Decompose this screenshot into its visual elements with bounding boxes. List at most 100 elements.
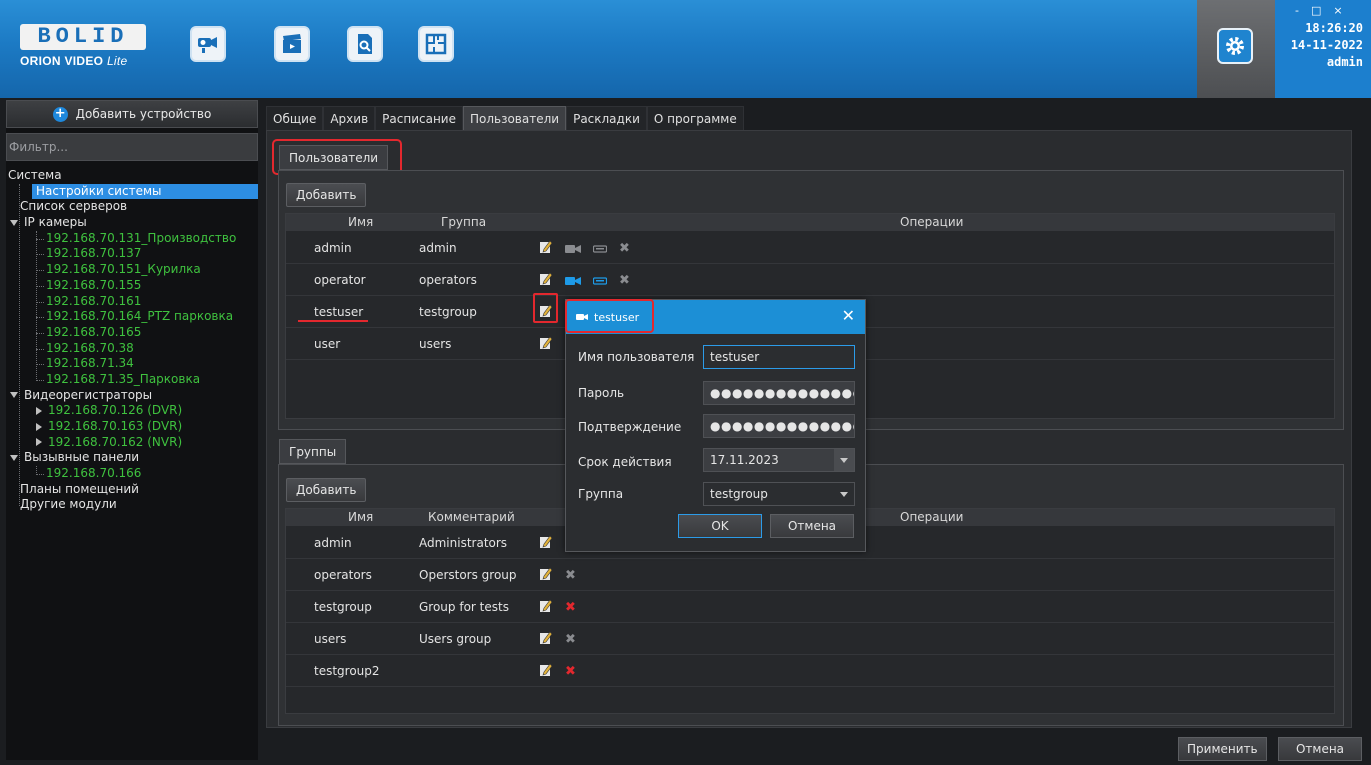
- tree-item[interactable]: Другие модули: [6, 497, 258, 513]
- tree-item[interactable]: Планы помещений: [6, 482, 258, 498]
- delete-icon[interactable]: ✖: [619, 241, 630, 256]
- edit-icon[interactable]: [539, 663, 553, 680]
- keyboard-icon[interactable]: [593, 276, 607, 286]
- edit-icon[interactable]: [539, 567, 553, 584]
- tree-item[interactable]: 192.168.71.35_Парковка: [6, 372, 258, 388]
- delete-icon[interactable]: ✖: [565, 664, 576, 679]
- tree-item-label: 192.168.70.162 (NVR): [48, 434, 183, 449]
- tree-item[interactable]: 192.168.70.163 (DVR): [6, 419, 258, 435]
- expand-down-icon[interactable]: [10, 454, 18, 461]
- tree-item[interactable]: 192.168.70.166: [6, 466, 258, 482]
- video-camera-icon[interactable]: [565, 244, 581, 254]
- ok-button[interactable]: OK: [678, 514, 762, 538]
- group-name: admin: [314, 536, 352, 550]
- add-group-button[interactable]: Добавить: [286, 478, 367, 502]
- edit-icon[interactable]: [539, 240, 553, 257]
- tab-schedule[interactable]: Расписание: [375, 106, 463, 131]
- video-camera-icon[interactable]: [565, 276, 581, 286]
- tree-item[interactable]: 192.168.70.155: [6, 278, 258, 294]
- tab-general[interactable]: Общие: [266, 106, 324, 131]
- tree-item-label: 192.168.70.161: [46, 293, 142, 308]
- tree-item-label: Система: [8, 168, 62, 182]
- tree-item[interactable]: Система: [6, 168, 258, 184]
- table-row[interactable]: testgroup2 ✖: [286, 655, 1334, 687]
- group-name: testgroup: [314, 600, 372, 614]
- close-window-icon[interactable]: ×: [1333, 4, 1342, 17]
- expand-right-icon[interactable]: [36, 406, 42, 415]
- tree-item[interactable]: 192.168.70.137: [6, 246, 258, 262]
- tab-users[interactable]: Пользователи: [462, 106, 567, 131]
- expand-right-icon[interactable]: [36, 422, 42, 431]
- delete-icon[interactable]: ✖: [565, 632, 576, 647]
- row-operations: ✖: [539, 663, 576, 680]
- tree-connector: [36, 332, 44, 334]
- table-row[interactable]: users Users group ✖: [286, 623, 1334, 655]
- tree-item[interactable]: Список серверов: [6, 199, 258, 215]
- delete-icon[interactable]: ✖: [619, 273, 630, 288]
- filter-input[interactable]: Фильтр...: [6, 133, 258, 161]
- chevron-down-icon[interactable]: [834, 483, 854, 505]
- tab-archive[interactable]: Архив: [323, 106, 376, 131]
- edit-icon[interactable]: [539, 599, 553, 616]
- tab-layouts[interactable]: Раскладки: [566, 106, 647, 131]
- tree-item[interactable]: 192.168.70.162 (NVR): [6, 435, 258, 451]
- cancel-footer-button[interactable]: Отмена: [1278, 737, 1362, 761]
- password-input[interactable]: ●●●●●●●●●●●●●●●●: [703, 381, 855, 405]
- tree-item-label: Другие модули: [20, 497, 117, 512]
- tree-item[interactable]: 192.168.71.34: [6, 356, 258, 372]
- table-row[interactable]: operator operators ✖: [286, 264, 1334, 296]
- maximize-icon[interactable]: □: [1311, 4, 1321, 17]
- minimize-icon[interactable]: -: [1295, 4, 1299, 17]
- expiry-date-picker[interactable]: 17.11.2023: [703, 448, 855, 472]
- tree-item-label: 192.168.70.155: [46, 277, 142, 292]
- group-select[interactable]: testgroup: [703, 482, 855, 506]
- expand-right-icon[interactable]: [36, 438, 42, 447]
- tree-item[interactable]: Настройки системы: [32, 183, 258, 200]
- tree-item[interactable]: 192.168.70.151_Курилка: [6, 262, 258, 278]
- tree-item[interactable]: IP камеры: [6, 215, 258, 231]
- camera-button[interactable]: [190, 26, 226, 62]
- add-device-button[interactable]: + Добавить устройство: [6, 100, 258, 128]
- user-group: users: [419, 337, 452, 351]
- table-row[interactable]: testgroup Group for tests ✖: [286, 591, 1334, 623]
- gear-icon: [1226, 37, 1244, 55]
- tree-item-label: 192.168.70.163 (DVR): [48, 419, 183, 433]
- table-row[interactable]: admin admin ✖: [286, 232, 1334, 264]
- tree-item[interactable]: Видеорегистраторы: [6, 388, 258, 404]
- delete-icon[interactable]: ✖: [565, 568, 576, 583]
- subtab-groups[interactable]: Группы: [279, 439, 347, 464]
- tree-item[interactable]: 192.168.70.38: [6, 341, 258, 357]
- table-row[interactable]: operators Operstors group ✖: [286, 559, 1334, 591]
- edit-icon[interactable]: [539, 336, 553, 353]
- expand-down-icon[interactable]: [10, 392, 18, 399]
- tree-item-label: Планы помещений: [20, 481, 139, 496]
- confirm-password-input[interactable]: ●●●●●●●●●●●●●●●●: [703, 414, 855, 438]
- keyboard-icon[interactable]: [593, 244, 607, 254]
- edit-icon[interactable]: [539, 631, 553, 648]
- cancel-button[interactable]: Отмена: [770, 514, 854, 538]
- tree-item[interactable]: 192.168.70.165: [6, 325, 258, 341]
- tab-about[interactable]: О программе: [646, 106, 744, 131]
- tree-item[interactable]: 192.168.70.131_Производство: [6, 231, 258, 247]
- tree-item-label: 192.168.70.126 (DVR): [48, 403, 183, 418]
- apply-button[interactable]: Применить: [1178, 737, 1267, 761]
- settings-button[interactable]: [1217, 28, 1253, 64]
- add-user-button[interactable]: Добавить: [286, 183, 367, 207]
- archive-button[interactable]: [274, 26, 310, 62]
- chevron-down-icon[interactable]: [834, 449, 854, 471]
- expand-down-icon[interactable]: [10, 219, 18, 226]
- tree-item[interactable]: 192.168.70.161: [6, 294, 258, 310]
- edit-icon[interactable]: [539, 272, 553, 289]
- delete-icon[interactable]: ✖: [565, 600, 576, 615]
- tree-item[interactable]: 192.168.70.126 (DVR): [6, 403, 258, 419]
- floor-plan-button[interactable]: [418, 26, 454, 62]
- user-name: testuser: [314, 305, 364, 319]
- edit-icon[interactable]: [539, 535, 553, 552]
- search-records-button[interactable]: [347, 26, 383, 62]
- group-comment: Administrators: [419, 536, 508, 550]
- username-input[interactable]: testuser: [703, 345, 855, 369]
- close-icon[interactable]: ✕: [842, 306, 855, 325]
- tree-item-label: IP камеры: [24, 215, 87, 230]
- tree-item[interactable]: Вызывные панели: [6, 450, 258, 466]
- tree-item[interactable]: 192.168.70.164_PTZ парковка: [6, 309, 258, 325]
